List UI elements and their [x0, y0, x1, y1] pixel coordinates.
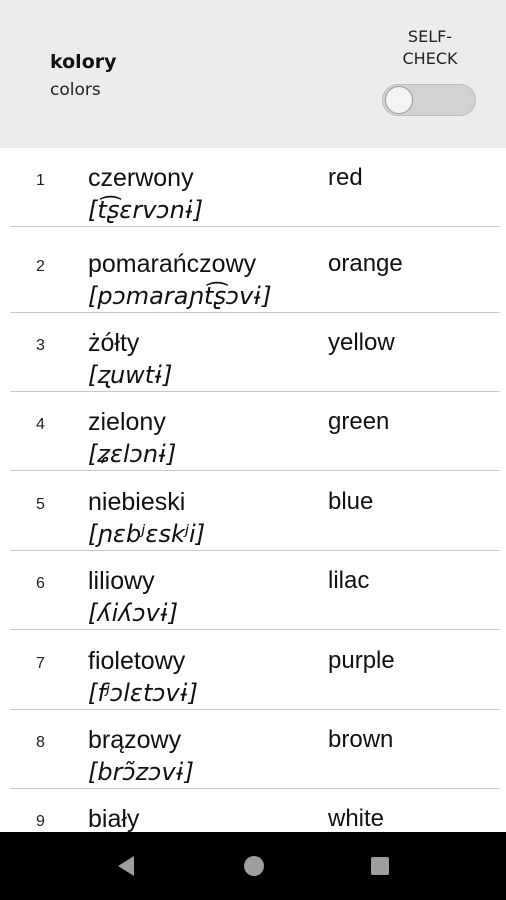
polish-word: żółty [88, 329, 140, 357]
pronunciation: [fʲɔlɛtɔvɨ] [88, 679, 199, 707]
item-number: 5 [36, 496, 45, 513]
pronunciation: [ɲɛbʲɛskʲi] [88, 520, 206, 548]
translation: brown [328, 726, 394, 753]
item-number: 9 [36, 813, 45, 830]
translation: red [328, 164, 363, 191]
polish-word: pomarańczowy [88, 250, 257, 278]
list-item[interactable]: 7 fioletowy [fʲɔlɛtɔvɨ] purple [0, 631, 506, 710]
polish-word: fioletowy [88, 647, 186, 675]
list-item[interactable]: 2 pomarańczowy [pɔmaraɲt͡ʂɔvɨ] orange [0, 234, 506, 313]
home-circle-icon[interactable] [240, 852, 268, 880]
translation: lilac [328, 567, 370, 594]
item-number: 4 [36, 416, 45, 433]
item-number: 8 [36, 734, 45, 751]
pronunciation: [ʎiʎɔvɨ] [88, 599, 179, 627]
row-divider [10, 629, 500, 630]
translation: white [328, 805, 385, 832]
self-check-toggle[interactable] [382, 84, 476, 116]
list-item[interactable]: 9 biały white [0, 789, 506, 832]
item-number: 3 [36, 337, 45, 354]
list-item[interactable]: 3 żółty [ʐuwtɨ] yellow [0, 313, 506, 392]
recent-square-icon[interactable] [366, 852, 394, 880]
polish-word: zielony [88, 408, 166, 436]
list-item[interactable]: 5 niebieski [ɲɛbʲɛskʲi] blue [0, 472, 506, 551]
pronunciation: [ʑɛlɔnɨ] [88, 440, 177, 468]
translation: purple [328, 647, 395, 674]
row-divider [10, 470, 500, 471]
translation: blue [328, 488, 374, 515]
polish-word: biały [88, 805, 140, 832]
list-item[interactable]: 4 zielony [ʑɛlɔnɨ] green [0, 392, 506, 471]
list-item[interactable]: 1 czerwony [t͡ʂɛrvɔnɨ] red [0, 148, 506, 227]
item-number: 6 [36, 575, 45, 592]
translation: green [328, 408, 390, 435]
translation: orange [328, 250, 403, 277]
word-list: 1 czerwony [t͡ʂɛrvɔnɨ] red 2 pomarańczow… [0, 148, 506, 832]
header-bar: kolory colors SELF- CHECK [0, 0, 506, 148]
list-item[interactable]: 6 liliowy [ʎiʎɔvɨ] lilac [0, 551, 506, 630]
pronunciation: [brɔ̃zɔvɨ] [88, 758, 194, 786]
toggle-knob [385, 86, 413, 114]
lesson-subtitle: colors [50, 80, 101, 100]
polish-word: liliowy [88, 567, 155, 595]
back-triangle-icon[interactable] [114, 852, 142, 880]
translation: yellow [328, 329, 395, 356]
lesson-title: kolory [50, 51, 117, 73]
self-check-label: SELF- CHECK [402, 27, 458, 68]
item-number: 1 [36, 172, 45, 189]
list-item[interactable]: 8 brązowy [brɔ̃zɔvɨ] brown [0, 710, 506, 789]
polish-word: brązowy [88, 726, 182, 754]
polish-word: czerwony [88, 164, 194, 192]
pronunciation: [t͡ʂɛrvɔnɨ] [88, 196, 204, 224]
row-divider [10, 226, 500, 227]
system-nav-bar [0, 832, 506, 900]
item-number: 2 [36, 258, 45, 275]
pronunciation: [ʐuwtɨ] [88, 361, 173, 389]
polish-word: niebieski [88, 488, 186, 516]
pronunciation: [pɔmaraɲt͡ʂɔvɨ] [88, 282, 272, 310]
item-number: 7 [36, 655, 45, 672]
